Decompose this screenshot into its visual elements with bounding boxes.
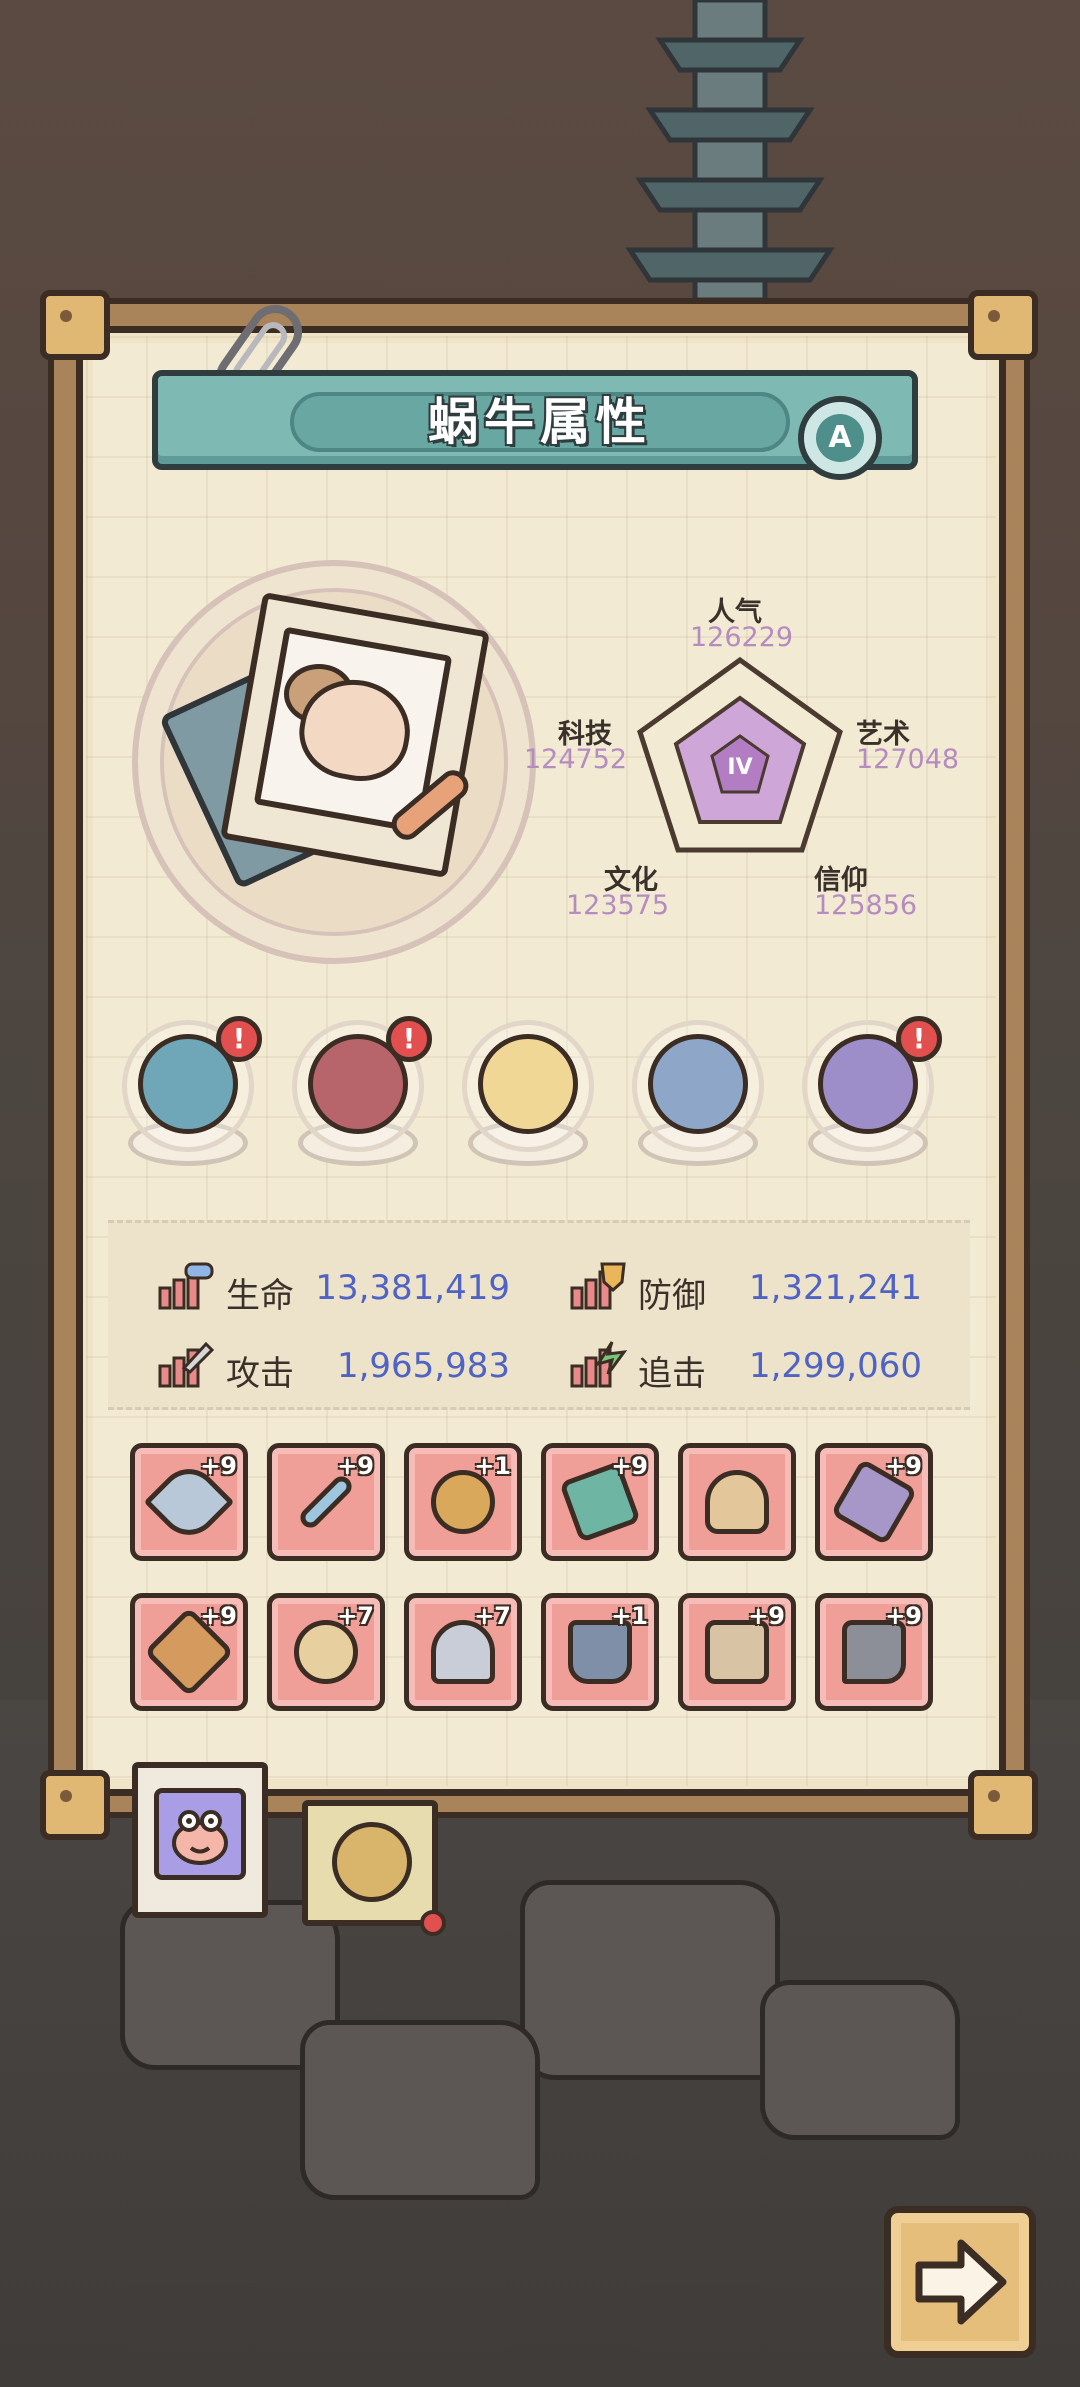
grade-badge[interactable]: A xyxy=(798,396,882,480)
equip-level: +9 xyxy=(200,1602,237,1630)
chase-value: 1,299,060 xyxy=(748,1346,922,1386)
corner-bracket xyxy=(40,1770,110,1840)
rock-decoration xyxy=(300,2020,540,2200)
equipment-slot[interactable]: +9 xyxy=(267,1443,385,1561)
equipment-slot[interactable]: +1 xyxy=(404,1443,522,1561)
next-button[interactable] xyxy=(884,2206,1036,2358)
chase-label: 追击 xyxy=(638,1354,706,1394)
radar-center-label: IV xyxy=(727,755,752,780)
equip-level: +9 xyxy=(885,1452,922,1480)
defense-label: 防御 xyxy=(638,1276,706,1316)
relic-item[interactable]: ! xyxy=(798,1010,942,1180)
corner-bracket xyxy=(40,290,110,360)
equip-level: +9 xyxy=(337,1452,374,1480)
hp-value: 13,381,419 xyxy=(315,1268,510,1308)
tab-shell[interactable] xyxy=(302,1800,438,1926)
sword-icon xyxy=(296,1472,356,1532)
shell-icon xyxy=(332,1822,412,1902)
relic-item[interactable]: ! xyxy=(288,1010,432,1180)
equip-level: +9 xyxy=(885,1602,922,1630)
tab-snail[interactable] xyxy=(132,1762,268,1918)
page-title: 蜗牛属性 xyxy=(428,393,652,451)
pagoda-tower-icon xyxy=(625,0,835,300)
equipment-slot[interactable]: +9 xyxy=(815,1593,933,1711)
relic-item[interactable]: ! xyxy=(118,1010,262,1180)
compass-icon xyxy=(648,1034,748,1134)
equip-level: +7 xyxy=(337,1602,374,1630)
equip-level: +9 xyxy=(611,1452,648,1480)
equipment-slot[interactable]: +9 xyxy=(130,1593,248,1711)
equipment-slot[interactable]: +7 xyxy=(267,1593,385,1711)
bone-club-icon xyxy=(705,1470,769,1534)
hp-stat-icon xyxy=(158,1262,214,1310)
corner-bracket xyxy=(968,1770,1038,1840)
equip-level: +9 xyxy=(200,1452,237,1480)
hp-label: 生命 xyxy=(226,1276,294,1316)
equip-level: +1 xyxy=(611,1602,648,1630)
chase-stat-icon xyxy=(570,1341,628,1388)
arrow-right-icon xyxy=(915,2239,1007,2325)
equipment-slot[interactable]: +7 xyxy=(404,1593,522,1711)
radar-value-art: 127048 xyxy=(856,744,960,775)
defense-stat-icon xyxy=(570,1262,626,1310)
equipment-slot[interactable]: +9 xyxy=(815,1443,933,1561)
rock-decoration xyxy=(760,1980,960,2140)
radar-value-culture: 123575 xyxy=(566,890,670,921)
attack-label: 攻击 xyxy=(226,1354,294,1394)
attack-stat-icon xyxy=(158,1341,215,1388)
defense-value: 1,321,241 xyxy=(748,1268,922,1308)
grade-letter: A xyxy=(816,414,864,462)
relic-item[interactable] xyxy=(458,1010,598,1180)
alert-badge: ! xyxy=(216,1016,262,1062)
corner-bracket xyxy=(968,290,1038,360)
notification-dot xyxy=(420,1910,446,1936)
steamed-bun-icon xyxy=(478,1034,578,1134)
equip-level: +7 xyxy=(474,1602,511,1630)
equip-level: +9 xyxy=(748,1602,785,1630)
snail-face-icon xyxy=(154,1788,246,1880)
equipment-slot[interactable]: +9 xyxy=(678,1593,796,1711)
equipment-slot[interactable]: +1 xyxy=(541,1593,659,1711)
alert-badge: ! xyxy=(896,1016,942,1062)
equipment-slot[interactable]: +9 xyxy=(130,1443,248,1561)
alert-badge: ! xyxy=(386,1016,432,1062)
equipment-slot[interactable] xyxy=(678,1443,796,1561)
equipment-slot[interactable]: +9 xyxy=(541,1443,659,1561)
radar-value-faith: 125856 xyxy=(814,890,918,921)
attack-value: 1,965,983 xyxy=(336,1346,510,1386)
rock-decoration xyxy=(520,1880,780,2080)
relic-item[interactable] xyxy=(628,1010,768,1180)
radar-value-tech: 124752 xyxy=(524,744,628,775)
equip-level: +1 xyxy=(474,1452,511,1480)
radar-value-popularity: 126229 xyxy=(690,622,794,653)
